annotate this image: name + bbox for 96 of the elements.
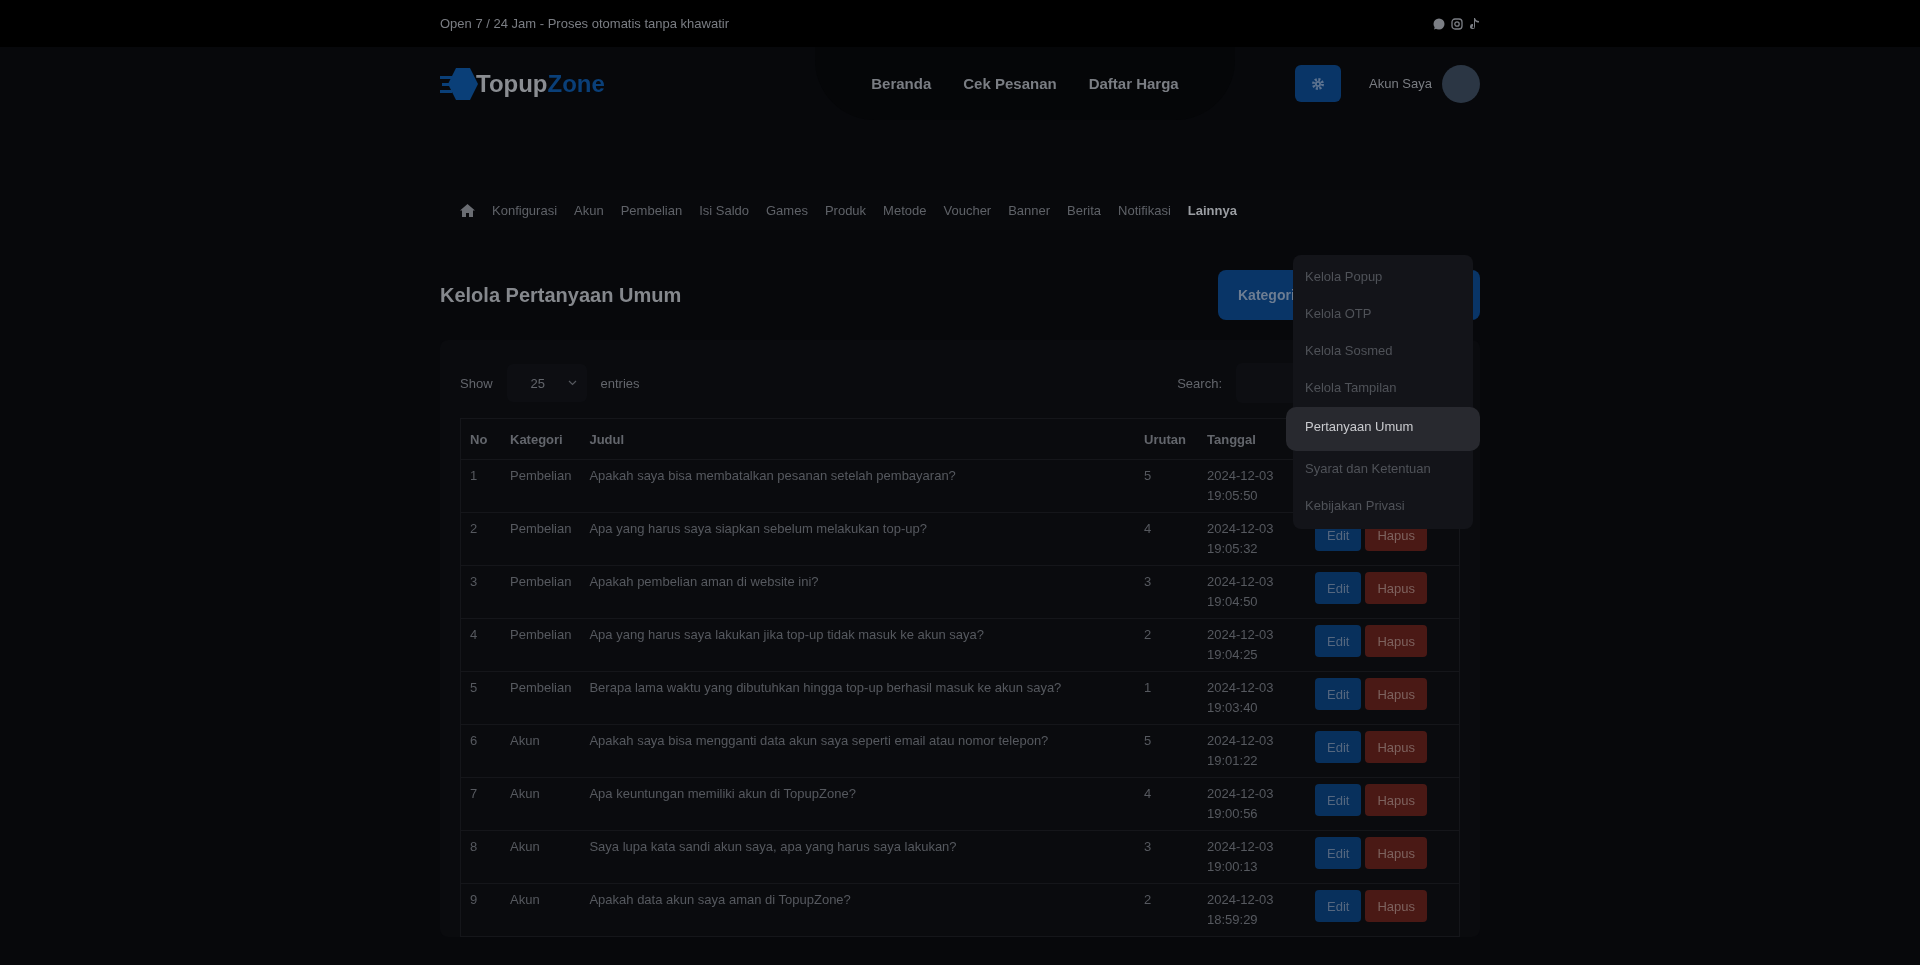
nav-tab[interactable]: Konfigurasi xyxy=(492,202,558,218)
column-header: Kategori xyxy=(501,418,581,460)
table-cell: 5 xyxy=(1135,724,1198,778)
nav-tab[interactable]: Produk xyxy=(824,202,867,218)
delete-button[interactable]: Hapus xyxy=(1365,784,1427,816)
chevron-down-icon xyxy=(567,380,577,386)
table-cell: Pembelian xyxy=(501,671,581,725)
edit-button[interactable]: Edit xyxy=(1315,678,1362,710)
music-note-icon[interactable] xyxy=(1469,17,1480,30)
search-label: Search: xyxy=(1177,375,1222,391)
table-cell: Akun xyxy=(501,724,581,778)
camera-icon[interactable] xyxy=(1451,17,1463,30)
nav-link[interactable]: Cek Pesanan xyxy=(963,75,1057,92)
table-cell: 2024-12-03 19:04:25 xyxy=(1198,618,1306,672)
table-cell: 1 xyxy=(1135,671,1198,725)
edit-button[interactable]: Edit xyxy=(1315,890,1362,922)
table-cell: Apa keuntungan memiliki akun di TopupZone? xyxy=(580,777,1135,831)
entries-label: entries xyxy=(600,375,640,391)
settings-button[interactable] xyxy=(1295,65,1342,102)
delete-button[interactable]: Hapus xyxy=(1365,837,1427,869)
menu-item[interactable]: Kelola Tampilan xyxy=(1293,370,1473,407)
delete-button[interactable]: Hapus xyxy=(1365,572,1427,604)
nav-tab[interactable]: Metode xyxy=(883,202,927,218)
table-cell: Apakah saya bisa membatalkan pesanan setelah pembayaran? xyxy=(580,459,1135,513)
table-cell: 4 xyxy=(1135,512,1198,566)
tagline-text: Open 7 / 24 Jam - Proses otomatis tanpa khawatir xyxy=(440,16,730,31)
table-cell: Apa yang harus saya lakukan jika top-up tidak masuk ke akun saya? xyxy=(580,618,1135,672)
delete-button[interactable]: Hapus xyxy=(1365,678,1427,710)
menu-item[interactable]: Kelola Sosmed xyxy=(1293,333,1473,370)
table-cell: Pembelian xyxy=(501,459,581,513)
table-cell: Apakah saya bisa mengganti data akun saya seperti email atau nomor telepon? xyxy=(580,724,1135,778)
edit-button[interactable]: Edit xyxy=(1315,572,1362,604)
table-cell: 2024-12-03 18:59:29 xyxy=(1198,883,1306,937)
nav-tab[interactable]: Akun xyxy=(574,202,604,218)
table-cell: 2024-12-03 19:01:22 xyxy=(1198,724,1306,778)
edit-button[interactable]: Edit xyxy=(1315,731,1362,763)
menu-item[interactable]: Kelola Popup xyxy=(1293,259,1473,296)
account-link[interactable]: Akun Saya xyxy=(1369,76,1432,91)
nav-link[interactable]: Daftar Harga xyxy=(1088,75,1179,92)
table-cell: 2024-12-03 19:03:40 xyxy=(1198,671,1306,725)
table-cell: 3 xyxy=(1135,565,1198,619)
table-cell: Saya lupa kata sandi akun saya, apa yang harus saya lakukan? xyxy=(580,830,1135,884)
edit-button[interactable]: Edit xyxy=(1315,837,1362,869)
table-cell: Berapa lama waktu yang dibutuhkan hingga top-up berhasil masuk ke akun saya? xyxy=(580,671,1135,725)
delete-button[interactable]: Hapus xyxy=(1365,890,1427,922)
table-cell: 8 xyxy=(460,830,501,884)
table-cell: 7 xyxy=(460,777,501,831)
home-icon[interactable] xyxy=(460,203,475,217)
delete-button[interactable]: Hapus xyxy=(1365,625,1427,657)
table-cell: Pembelian xyxy=(501,512,581,566)
table-cell: 1 xyxy=(460,459,501,513)
menu-item[interactable]: Kelola OTP xyxy=(1293,296,1473,333)
edit-button[interactable]: Edit xyxy=(1315,625,1362,657)
nav-tab[interactable]: Berita xyxy=(1067,202,1102,218)
table-cell: 5 xyxy=(1135,459,1198,513)
table-cell: Akun xyxy=(501,777,581,831)
column-header: Urutan xyxy=(1135,418,1198,460)
nav-tab[interactable]: Lainnya xyxy=(1187,202,1237,218)
table-cell: 6 xyxy=(460,724,501,778)
table-cell: 2024-12-03 19:04:50 xyxy=(1198,565,1306,619)
table-cell: Apakah pembelian aman di website ini? xyxy=(580,565,1135,619)
nav-tab[interactable]: Voucher xyxy=(943,202,992,218)
table-cell: Akun xyxy=(501,883,581,937)
table-cell: 4 xyxy=(1135,777,1198,831)
table-cell: 2024-12-03 19:00:56 xyxy=(1198,777,1306,831)
delete-button[interactable]: Hapus xyxy=(1365,731,1427,763)
table-cell: 3 xyxy=(460,565,501,619)
column-header: No xyxy=(460,418,501,460)
table-cell: 2 xyxy=(460,512,501,566)
nav-tab[interactable]: Isi Saldo xyxy=(699,202,749,218)
table-cell: 2 xyxy=(1135,883,1198,937)
nav-tab[interactable]: Notifikasi xyxy=(1118,202,1171,218)
page-size-select[interactable]: 25 xyxy=(506,364,587,402)
table-cell: 4 xyxy=(460,618,501,672)
table-cell: 2 xyxy=(1135,618,1198,672)
table-cell: 9 xyxy=(460,883,501,937)
table-cell: 5 xyxy=(460,671,501,725)
chat-bubble-icon[interactable] xyxy=(1433,17,1445,30)
nav-tab[interactable]: Games xyxy=(766,202,808,218)
edit-button[interactable]: Edit xyxy=(1315,784,1362,816)
nav-tab[interactable]: Pembelian xyxy=(620,202,683,218)
nav-tab[interactable]: Banner xyxy=(1008,202,1051,218)
table-cell: Pembelian xyxy=(501,618,581,672)
column-header: Judul xyxy=(580,418,1135,460)
page-title: Kelola Pertanyaan Umum xyxy=(440,283,682,307)
table-cell: Akun xyxy=(501,830,581,884)
nav-link[interactable]: Beranda xyxy=(871,75,932,92)
table-cell: Apa yang harus saya siapkan sebelum melakukan top-up? xyxy=(580,512,1135,566)
logo-text: TopupZone xyxy=(476,69,605,98)
show-label: Show xyxy=(460,375,493,391)
gear-icon xyxy=(1311,76,1326,91)
table-cell: Apakah data akun saya aman di TopupZone? xyxy=(580,883,1135,937)
table-cell: 2024-12-03 19:00:13 xyxy=(1198,830,1306,884)
table-cell: Pembelian xyxy=(501,565,581,619)
table-cell: 3 xyxy=(1135,830,1198,884)
menu-item[interactable]: Pertanyaan Umum xyxy=(1286,407,1480,451)
